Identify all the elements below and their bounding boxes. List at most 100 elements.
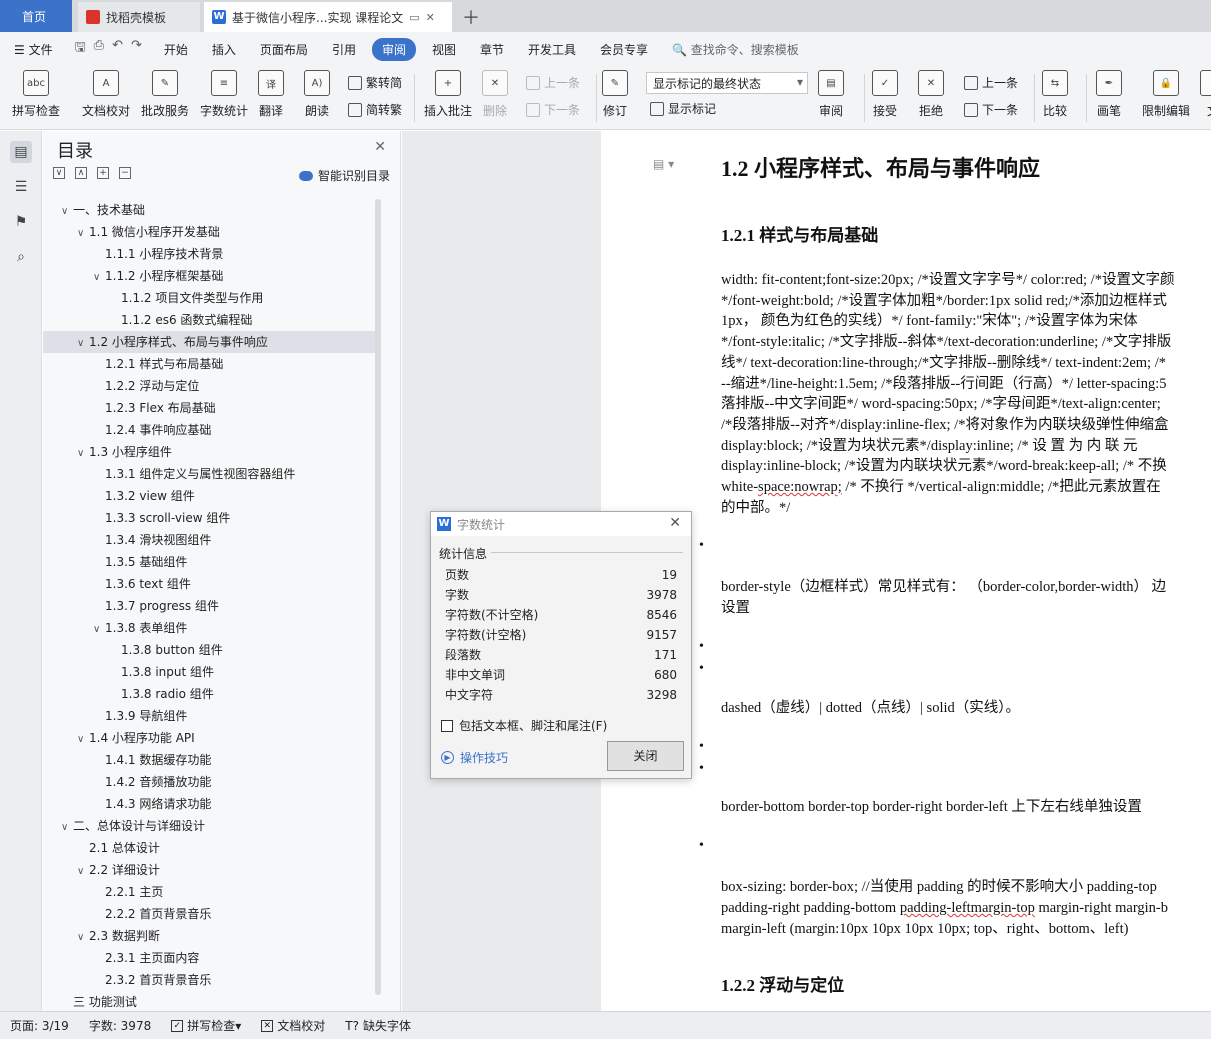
delete-comment-button[interactable]: ✕ 删除	[482, 70, 508, 119]
spell-check-toggle[interactable]: ✓ 拼写检查 ▾	[161, 1017, 251, 1034]
page-indicator[interactable]: 页面: 3/19	[0, 1017, 79, 1034]
next-comment-button[interactable]: 下一条	[526, 101, 580, 118]
command-search[interactable]: 🔍 查找命令、搜索模板	[660, 41, 811, 58]
chevron-down-icon[interactable]: ∨	[61, 817, 73, 839]
bookmark-icon[interactable]: ⚑	[10, 211, 32, 233]
toc-icon[interactable]: ▤	[10, 141, 32, 163]
new-tab-button[interactable]: ＋	[462, 4, 480, 30]
chevron-down-icon[interactable]: ∨	[93, 619, 105, 641]
toc-item[interactable]: ∨ 2.3 数据判断	[43, 925, 377, 947]
pen-button[interactable]: ✒ 画笔	[1096, 70, 1122, 119]
chevron-down-icon[interactable]: ∨	[77, 861, 89, 883]
smart-toc-button[interactable]: 智能识别目录	[298, 167, 390, 184]
toc-item[interactable]: ∨ 1.4 小程序功能 API	[43, 727, 377, 749]
missing-font-button[interactable]: T? 缺失字体	[335, 1017, 421, 1034]
toc-item[interactable]: 1.3.9 导航组件	[43, 705, 377, 727]
reject-button[interactable]: ✕ 拒绝	[918, 70, 944, 119]
toc-item[interactable]: 三 功能测试	[43, 991, 377, 1013]
file-menu[interactable]: ☰ 文件	[0, 41, 65, 58]
toc-item[interactable]: 1.2.2 浮动与定位	[43, 375, 377, 397]
include-textbox-checkbox[interactable]: 包括文本框、脚注和尾注(F)	[441, 717, 607, 734]
redo-icon[interactable]: ↷	[131, 38, 142, 60]
toc-item[interactable]: 1.3.3 scroll-view 组件	[43, 507, 377, 529]
close-icon[interactable]: ✕	[374, 139, 386, 155]
collapse-icon[interactable]: ∧	[75, 167, 87, 179]
translate-button[interactable]: 译翻译	[258, 70, 284, 119]
print-icon[interactable]: ⎙	[94, 38, 104, 60]
chapter-icon[interactable]: ☰	[10, 176, 32, 198]
expand-icon[interactable]: ∨	[53, 167, 65, 179]
toc-item[interactable]: ∨ 1.3 小程序组件	[43, 441, 377, 463]
toc-item[interactable]: 1.1.2 es6 函数式编程础	[43, 309, 377, 331]
menu-section[interactable]: 章节	[468, 41, 516, 58]
insert-comment-button[interactable]: + 插入批注	[424, 70, 472, 119]
toc-item[interactable]: 2.2.1 主页	[43, 881, 377, 903]
toc-item[interactable]: ∨ 1.1.2 小程序框架基础	[43, 265, 377, 287]
compare-button[interactable]: ⇆ 比较	[1042, 70, 1068, 119]
checkbox-icon[interactable]	[441, 719, 453, 732]
toc-item[interactable]: 1.2.3 Flex 布局基础	[43, 397, 377, 419]
toc-item[interactable]: 1.3.4 滑块视图组件	[43, 529, 377, 551]
tab-home[interactable]: 首页	[0, 0, 72, 32]
doc-rights-button[interactable]: 文	[1200, 70, 1211, 119]
review-pane-button[interactable]: ▤ 审阅	[818, 70, 844, 119]
read-aloud-button[interactable]: A) 朗读	[304, 70, 330, 119]
toc-item[interactable]: 2.1 总体设计	[43, 837, 377, 859]
search-icon[interactable]: ⌕	[10, 246, 32, 268]
restrict-edit-button[interactable]: 🔒 限制编辑	[1142, 70, 1190, 119]
toc-item[interactable]: 1.2.4 事件响应基础	[43, 419, 377, 441]
paragraph-marker-icon[interactable]: ▤ ▾	[653, 157, 674, 171]
chevron-down-icon[interactable]: ∨	[77, 223, 89, 245]
proofread-toggle[interactable]: ✕ 文档校对	[251, 1017, 335, 1034]
close-icon[interactable]: ✕	[426, 11, 435, 24]
toc-item[interactable]: 2.3.1 主页面内容	[43, 947, 377, 969]
markup-mode-select[interactable]: 显示标记的最终状态	[646, 72, 808, 94]
remove-icon[interactable]: −	[119, 167, 131, 179]
doc-proofread-button[interactable]: A 文档校对	[82, 70, 130, 119]
chevron-down-icon[interactable]: ∨	[77, 333, 89, 355]
toc-item[interactable]: 1.3.8 input 组件	[43, 661, 377, 683]
toc-item[interactable]: ∨ 一、技术基础	[43, 199, 377, 221]
accept-button[interactable]: ✓ 接受	[872, 70, 898, 119]
chevron-down-icon[interactable]: ∨	[77, 927, 89, 949]
toc-item[interactable]: ∨ 1.1 微信小程序开发基础	[43, 221, 377, 243]
menu-layout[interactable]: 页面布局	[248, 41, 320, 58]
toc-item[interactable]: 1.1.2 项目文件类型与作用	[43, 287, 377, 309]
tab-document[interactable]: W 基于微信小程序...实现 课程论文 ▭ ✕	[204, 2, 452, 32]
toc-item[interactable]: 1.3.6 text 组件	[43, 573, 377, 595]
toc-item[interactable]: 1.3.7 progress 组件	[43, 595, 377, 617]
close-icon[interactable]: ✕	[669, 515, 681, 531]
screen-icon[interactable]: ▭	[409, 11, 419, 24]
save-icon[interactable]: 🖫	[75, 38, 86, 60]
undo-icon[interactable]: ↶	[112, 38, 123, 60]
prev-comment-button[interactable]: 上一条	[526, 74, 580, 91]
menu-insert[interactable]: 插入	[200, 41, 248, 58]
add-icon[interactable]: +	[97, 167, 109, 179]
toc-item[interactable]: 1.4.2 音频播放功能	[43, 771, 377, 793]
menu-references[interactable]: 引用	[320, 41, 368, 58]
track-changes-button[interactable]: ✎ 修订	[602, 70, 628, 119]
toc-item[interactable]: 1.3.1 组件定义与属性视图容器组件	[43, 463, 377, 485]
menu-developer[interactable]: 开发工具	[516, 41, 588, 58]
prev-change-button[interactable]: 上一条	[964, 74, 1018, 91]
dialog-titlebar[interactable]: W 字数统计	[431, 512, 691, 536]
chevron-down-icon[interactable]: ∨	[77, 443, 89, 465]
toc-item[interactable]: ∨ 1.2 小程序样式、布局与事件响应	[43, 331, 377, 353]
toc-item[interactable]: ∨ 二、总体设计与详细设计	[43, 815, 377, 837]
show-markup-button[interactable]: 显示标记	[650, 100, 716, 117]
toc-item[interactable]: 1.3.5 基础组件	[43, 551, 377, 573]
simp-to-trad-button[interactable]: 简转繁	[348, 101, 402, 118]
toc-item[interactable]: ∨ 1.3.8 表单组件	[43, 617, 377, 639]
word-count-button[interactable]: ≡ 字数统计	[200, 70, 248, 119]
tab-template[interactable]: 找稻壳模板	[78, 2, 200, 32]
chevron-down-icon[interactable]: ∨	[93, 267, 105, 289]
toc-item[interactable]: 2.3.2 首页背景音乐	[43, 969, 377, 991]
toc-item[interactable]: 1.4.1 数据缓存功能	[43, 749, 377, 771]
toc-scrollbar[interactable]	[375, 199, 381, 995]
menu-view[interactable]: 视图	[420, 41, 468, 58]
chevron-down-icon[interactable]: ∨	[61, 201, 73, 223]
chevron-down-icon[interactable]: ∨	[77, 729, 89, 751]
toc-item[interactable]: 1.1.1 小程序技术背景	[43, 243, 377, 265]
menu-home[interactable]: 开始	[152, 41, 200, 58]
close-button[interactable]: 关闭	[607, 741, 684, 771]
